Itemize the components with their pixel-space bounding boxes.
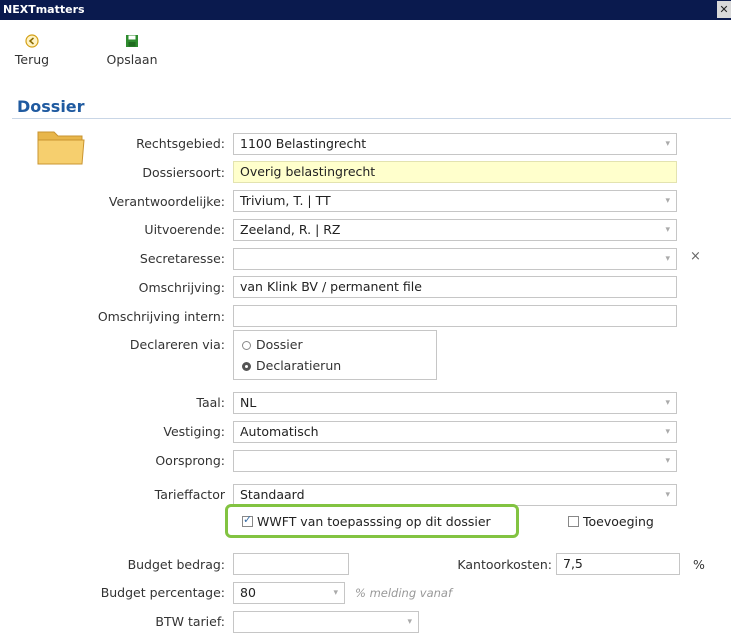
verantwoordelijke-label: Verantwoordelijke: <box>108 194 225 209</box>
chevron-down-icon: ▾ <box>665 398 670 408</box>
dossiersoort-label: Dossiersoort: <box>142 165 225 180</box>
tarieffactor-label: Tarieffactor <box>154 487 225 502</box>
omschrijving-intern-field[interactable] <box>233 305 677 327</box>
taal-select[interactable]: NL ▾ <box>233 392 677 414</box>
dossier-panel: Dossier Rechtsgebied: 1100 Belastingrech… <box>0 88 731 642</box>
vestiging-label: Vestiging: <box>163 424 225 439</box>
chevron-down-icon: ▾ <box>665 139 670 149</box>
chevron-down-icon: ▾ <box>665 456 670 466</box>
back-button[interactable]: Terug <box>8 34 56 67</box>
section-title: Dossier <box>17 97 85 116</box>
oorsprong-select[interactable]: ▾ <box>233 450 677 472</box>
rechtsgebied-value: 1100 Belastingrecht <box>240 136 367 151</box>
section-divider <box>12 118 731 119</box>
verantwoordelijke-select[interactable]: Trivium, T. | TT ▾ <box>233 190 677 212</box>
budget-percentage-label: Budget percentage: <box>100 585 225 600</box>
omschrijving-value: van Klink BV / permanent file <box>240 279 422 294</box>
clear-secretaresse-icon[interactable]: × <box>690 249 701 264</box>
save-button[interactable]: Opslaan <box>102 34 162 67</box>
chevron-down-icon: ▾ <box>407 617 412 627</box>
btw-tarief-label: BTW tarief: <box>155 614 225 629</box>
chevron-down-icon: ▾ <box>665 490 670 500</box>
radio-dossier-label: Dossier <box>256 337 303 352</box>
dossiersoort-value: Overig belastingrecht <box>240 164 376 179</box>
wwft-checkbox[interactable]: WWFT van toepasssing op dit dossier <box>242 513 491 529</box>
radio-declaratierun-label: Declaratierun <box>256 358 342 373</box>
budget-percentage-hint: % melding vanaf <box>355 586 453 600</box>
chevron-down-icon: ▾ <box>665 427 670 437</box>
radio-dossier[interactable]: Dossier <box>242 337 303 352</box>
vestiging-value: Automatisch <box>240 424 319 439</box>
kantoorkosten-field[interactable]: 7,5 <box>556 553 680 575</box>
toevoeging-label: Toevoeging <box>583 514 654 529</box>
toolbar: Terug Opslaan <box>0 20 731 88</box>
save-label: Opslaan <box>106 52 158 67</box>
uitvoerende-label: Uitvoerende: <box>144 222 225 237</box>
rechtsgebied-label: Rechtsgebied: <box>136 136 225 151</box>
toevoeging-checkbox-box[interactable] <box>568 516 579 527</box>
radio-dossier-circle[interactable] <box>242 341 251 350</box>
back-label: Terug <box>14 52 50 67</box>
radio-declaratierun-circle[interactable] <box>242 362 251 371</box>
dossiersoort-field[interactable]: Overig belastingrecht <box>233 161 677 183</box>
oorsprong-label: Oorsprong: <box>155 453 225 468</box>
uitvoerende-select[interactable]: Zeeland, R. | RZ ▾ <box>233 219 677 241</box>
secretaresse-select[interactable]: ▾ <box>233 248 677 270</box>
toevoeging-checkbox[interactable]: Toevoeging <box>568 514 654 529</box>
tarieffactor-value: Standaard <box>240 487 305 502</box>
back-arrow-icon <box>25 34 39 48</box>
declareren-radio-group: Dossier Declaratierun <box>233 330 437 380</box>
uitvoerende-value: Zeeland, R. | RZ <box>240 222 341 237</box>
taal-value: NL <box>240 395 257 410</box>
budget-bedrag-field[interactable] <box>233 553 349 575</box>
budget-percentage-value: 80 <box>240 585 256 600</box>
kantoorkosten-unit: % <box>693 557 705 572</box>
omschrijving-field[interactable]: van Klink BV / permanent file <box>233 276 677 298</box>
save-icon <box>126 35 138 47</box>
folder-icon <box>37 131 85 165</box>
vestiging-select[interactable]: Automatisch ▾ <box>233 421 677 443</box>
chevron-down-icon: ▾ <box>665 225 670 235</box>
taal-label: Taal: <box>196 395 225 410</box>
wwft-checkbox-box[interactable] <box>242 513 253 527</box>
rechtsgebied-select[interactable]: 1100 Belastingrecht ▾ <box>233 133 677 155</box>
kantoorkosten-value: 7,5 <box>563 556 583 571</box>
title-bar: NEXTmatters ✕ <box>0 0 731 20</box>
chevron-down-icon: ▾ <box>333 588 338 598</box>
radio-declaratierun[interactable]: Declaratierun <box>242 358 341 373</box>
secretaresse-label: Secretaresse: <box>139 251 225 266</box>
wwft-label: WWFT van toepasssing op dit dossier <box>257 514 491 529</box>
verantwoordelijke-value: Trivium, T. | TT <box>240 193 331 208</box>
close-icon[interactable]: ✕ <box>717 1 731 18</box>
chevron-down-icon: ▾ <box>665 196 670 206</box>
omschrijving-intern-label: Omschrijving intern: <box>97 309 225 324</box>
chevron-down-icon: ▾ <box>665 254 670 264</box>
declareren-label: Declareren via: <box>129 337 225 352</box>
budget-bedrag-label: Budget bedrag: <box>127 557 225 572</box>
omschrijving-label: Omschrijving: <box>138 280 225 295</box>
window-title: NEXTmatters <box>3 3 85 16</box>
tarieffactor-select[interactable]: Standaard ▾ <box>233 484 677 506</box>
kantoorkosten-label: Kantoorkosten: <box>457 557 552 572</box>
btw-tarief-select[interactable]: ▾ <box>233 611 419 633</box>
budget-percentage-select[interactable]: 80 ▾ <box>233 582 345 604</box>
